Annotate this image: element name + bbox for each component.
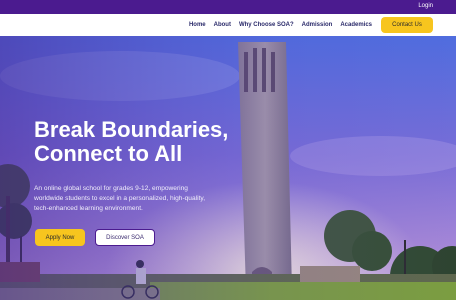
nav-item-about[interactable]: About: [214, 22, 231, 28]
contact-us-button[interactable]: Contact Us: [381, 17, 433, 33]
nav-item-home[interactable]: Home: [189, 22, 206, 28]
nav-item-why-choose-soa[interactable]: Why Choose SOA?: [239, 22, 294, 28]
nav-item-academics[interactable]: Academics: [340, 22, 372, 28]
main-navbar: Home About Why Choose SOA? Admission Aca…: [0, 14, 456, 36]
hero-section: [0, 36, 456, 300]
apply-now-button[interactable]: Apply Now: [35, 229, 85, 246]
hero-subtext: An online global school for grades 9-12,…: [34, 185, 206, 212]
hero-headline: Break Boundaries, Connect to All: [34, 118, 264, 166]
hero-headline-line2: Connect to All: [34, 141, 183, 166]
login-link[interactable]: Login: [418, 3, 433, 9]
hero-headline-line1: Break Boundaries,: [34, 117, 229, 142]
nav-item-admission[interactable]: Admission: [302, 22, 333, 28]
discover-soa-button[interactable]: Discover SOA: [95, 229, 155, 246]
top-utility-bar: Login: [0, 0, 456, 14]
nav-links: Home About Why Choose SOA? Admission Aca…: [189, 14, 372, 36]
hero-background-image: [0, 36, 456, 300]
